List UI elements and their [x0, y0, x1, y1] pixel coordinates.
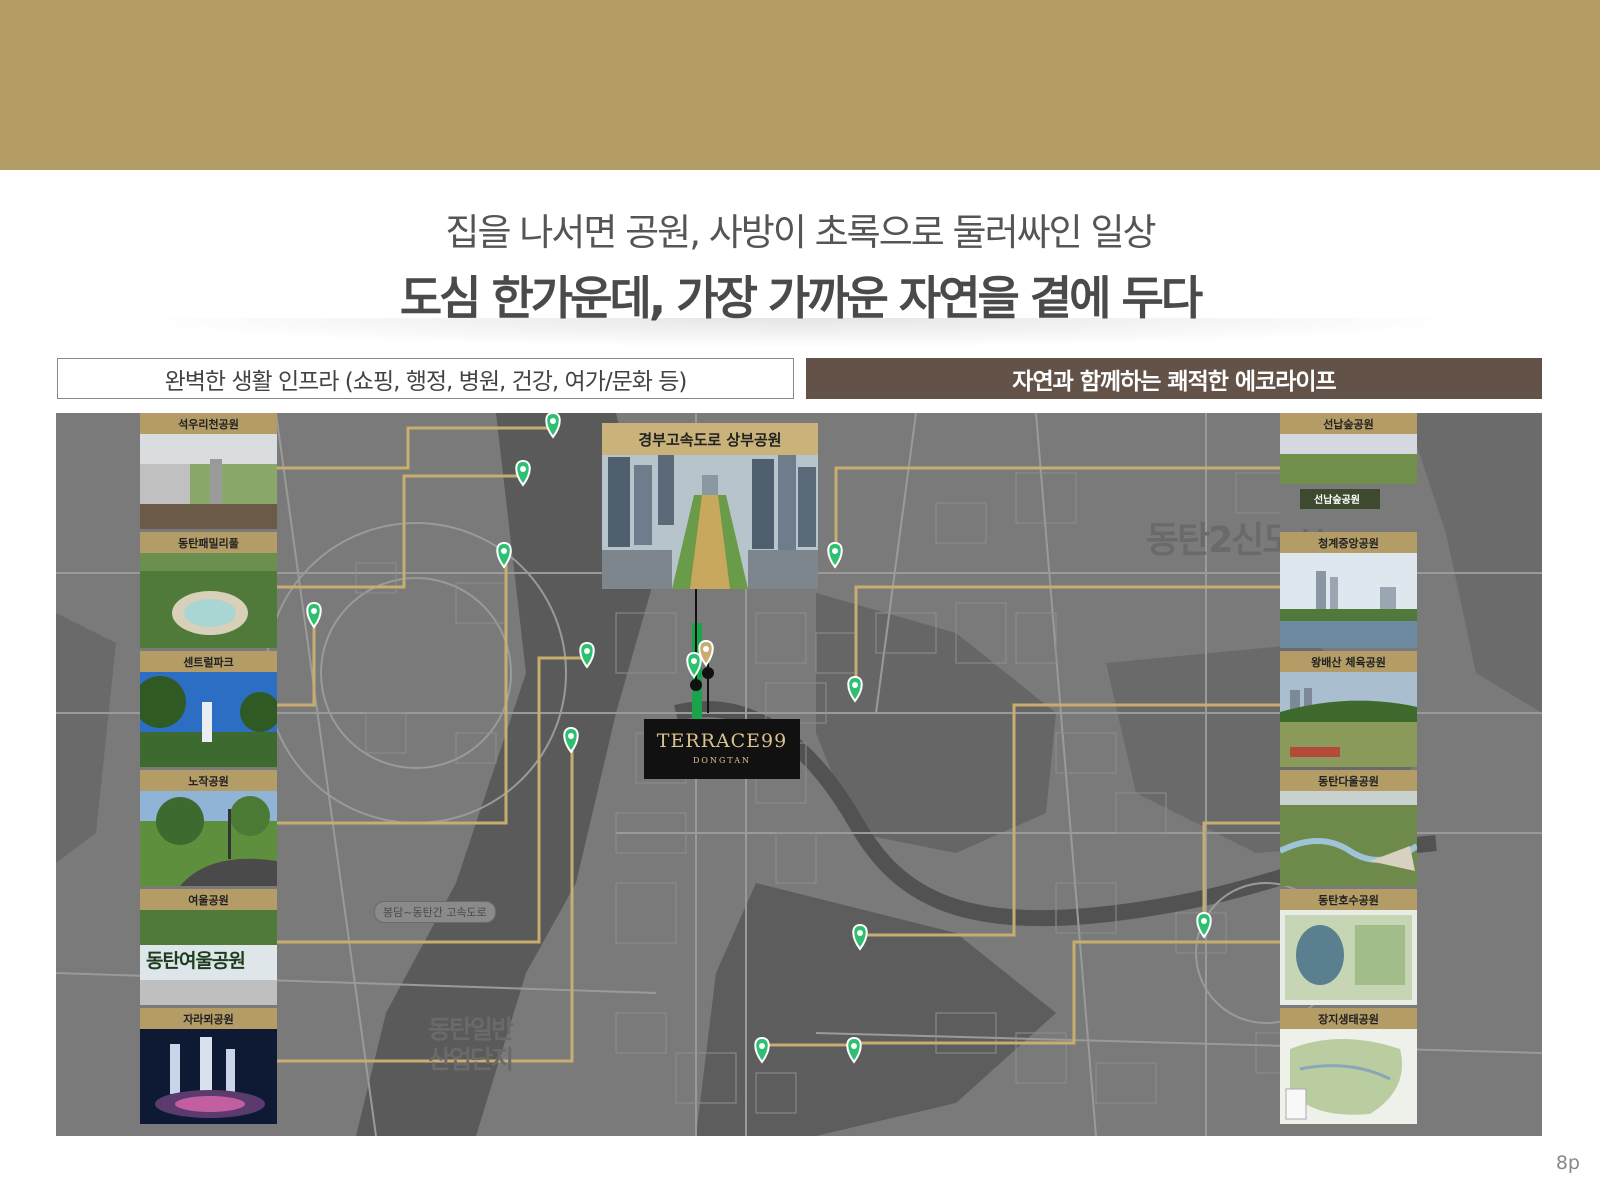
- title-shadow: [120, 318, 1480, 348]
- terrace-sub: DONGTAN: [692, 756, 752, 765]
- park-label: 장지생태공원: [1280, 1008, 1417, 1029]
- park-pin[interactable]: [563, 727, 579, 753]
- park-pin[interactable]: [754, 1037, 770, 1063]
- aerial-park-photo: [1280, 791, 1417, 886]
- pond-photo: [1280, 553, 1417, 648]
- park-card-cheonggye[interactable]: 청계중앙공원: [1280, 532, 1417, 648]
- fountain-photo: [140, 672, 277, 767]
- park-card-jangji[interactable]: 장지생태공원: [1280, 1008, 1417, 1124]
- page-subtitle: 집을 나서면 공원, 사방이 초록으로 둘러싸인 일상: [445, 211, 1156, 254]
- pool-photo: [140, 553, 277, 648]
- tab-living-infra[interactable]: 완벽한 생활 인프라 (쇼핑, 행정, 병원, 건강, 여가/문화 등): [57, 358, 794, 399]
- park-label: 자라뫼공원: [140, 1008, 277, 1029]
- park-card-central[interactable]: 센트럴파크: [140, 651, 277, 767]
- park-card-seonnap[interactable]: 선납숲공원 선납숲공원: [1280, 413, 1417, 529]
- park-label: 석우리천공원: [140, 413, 277, 434]
- eco-plan-photo: [1280, 1029, 1417, 1124]
- park-card-dongtan-lake[interactable]: 동탄호수공원: [1280, 889, 1417, 1005]
- park-card-daul[interactable]: 동탄다울공원: [1280, 770, 1417, 886]
- park-pin[interactable]: [545, 413, 561, 438]
- park-pin[interactable]: [579, 642, 595, 668]
- park-card-family-pool[interactable]: 동탄패밀리풀: [140, 532, 277, 648]
- sports-field-photo: [1280, 672, 1417, 767]
- header-band: [0, 0, 1600, 170]
- page-number: 8p: [1555, 1152, 1580, 1174]
- park-label: 왕배산 체육공원: [1280, 651, 1417, 672]
- park-card-jaramoe[interactable]: 자라뫼공원: [140, 1008, 277, 1124]
- terrace99-marker[interactable]: TERRACE99 DONGTAN: [644, 719, 800, 779]
- park-card-yeoul[interactable]: 여울공원 동탄여울공원: [140, 889, 277, 1005]
- terrace-name: TERRACE99: [656, 730, 788, 752]
- park-label: 여울공원: [140, 889, 277, 910]
- park-label: 동탄다울공원: [1280, 770, 1417, 791]
- park-pin[interactable]: [852, 924, 868, 950]
- park-card-wangbaesan[interactable]: 왕배산 체육공원: [1280, 651, 1417, 767]
- highway-park-photo: [602, 455, 818, 589]
- tab-eco-life[interactable]: 자연과 함께하는 쾌적한 에코라이프: [806, 358, 1542, 399]
- area-map: 동탄2신도시 동탄일반 산업단지 봉담~동탄간 고속도로 경부고속도로 상부공원…: [56, 413, 1542, 1136]
- garden-photo: 선납숲공원: [1280, 434, 1417, 529]
- park-pin[interactable]: [847, 676, 863, 702]
- park-pin[interactable]: [1196, 912, 1212, 938]
- feature-highway-park[interactable]: 경부고속도로 상부공원: [602, 423, 818, 589]
- park-pin[interactable]: [515, 460, 531, 486]
- park-pin[interactable]: [306, 602, 322, 628]
- park-pin[interactable]: [686, 652, 702, 678]
- seonnap-sign-text: 선납숲공원: [1314, 495, 1360, 506]
- park-card-seokwoori[interactable]: 석우리천공원: [140, 413, 277, 529]
- park-label: 동탄호수공원: [1280, 889, 1417, 910]
- park-pin[interactable]: [827, 542, 843, 568]
- park-pin[interactable]: [496, 542, 512, 568]
- feature-label: 경부고속도로 상부공원: [602, 423, 818, 455]
- park-pin[interactable]: [846, 1037, 862, 1063]
- park-label: 선납숲공원: [1280, 413, 1417, 434]
- memorial-stone-photo: [140, 434, 277, 529]
- sign-photo: 동탄여울공원: [140, 910, 277, 1005]
- park-label: 청계중앙공원: [1280, 532, 1417, 553]
- park-label: 동탄패밀리풀: [140, 532, 277, 553]
- yeoul-sign-text: 동탄여울공원: [146, 950, 246, 972]
- night-city-photo: [140, 1029, 277, 1124]
- park-label: 센트럴파크: [140, 651, 277, 672]
- park-card-nojak[interactable]: 노작공원: [140, 770, 277, 886]
- park-label: 노작공원: [140, 770, 277, 791]
- lake-plan-photo: [1280, 910, 1417, 1005]
- park-path-photo: [140, 791, 277, 886]
